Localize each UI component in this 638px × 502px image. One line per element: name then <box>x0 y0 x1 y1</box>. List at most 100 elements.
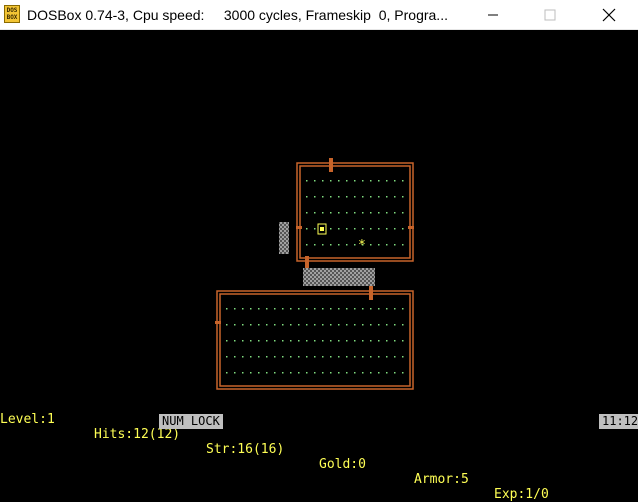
dungeon-map: * <box>215 158 414 390</box>
numlock-indicator: NUM LOCK <box>159 414 223 429</box>
floor-dot <box>362 356 364 358</box>
floor-dot <box>234 308 236 310</box>
floor-dot <box>266 308 268 310</box>
floor-dot <box>362 324 364 326</box>
floor-dot <box>386 212 388 214</box>
floor-dot <box>378 196 380 198</box>
floor-dot <box>354 212 356 214</box>
floor-dot <box>330 180 332 182</box>
floor-dot <box>242 372 244 374</box>
floor-dot <box>346 212 348 214</box>
floor-dot <box>314 244 316 246</box>
floor-dot <box>370 356 372 358</box>
floor-dot <box>314 324 316 326</box>
minimize-button[interactable] <box>470 0 516 30</box>
floor-dot <box>242 324 244 326</box>
floor-dot <box>250 372 252 374</box>
floor-dot <box>378 228 380 230</box>
floor-dot <box>258 324 260 326</box>
floor-dot <box>266 372 268 374</box>
floor-dot <box>338 324 340 326</box>
floor-dot <box>378 372 380 374</box>
floor-dot <box>330 244 332 246</box>
status-str: Str:16(16) <box>206 442 285 457</box>
floor-dot <box>354 372 356 374</box>
floor-dot <box>322 372 324 374</box>
floor-dot <box>362 212 364 214</box>
floor-dot <box>346 356 348 358</box>
floor-dot <box>274 308 276 310</box>
floor-dot <box>370 228 372 230</box>
status-exp: Exp:1/0 <box>494 487 549 502</box>
floor-dot <box>402 244 404 246</box>
floor-dot <box>346 180 348 182</box>
floor-dot <box>306 196 308 198</box>
floor-dot <box>306 340 308 342</box>
floor-dot <box>338 212 340 214</box>
floor-dot <box>402 372 404 374</box>
floor-dot <box>322 324 324 326</box>
floor-dot <box>394 244 396 246</box>
clock: 11:12 <box>599 414 638 429</box>
floor-dot <box>322 340 324 342</box>
floor-dot <box>338 228 340 230</box>
floor-dot <box>338 372 340 374</box>
floor-dot <box>394 180 396 182</box>
floor-dot <box>266 356 268 358</box>
floor-dot <box>298 372 300 374</box>
player-icon <box>317 223 327 235</box>
floor-dot <box>282 356 284 358</box>
floor-dot <box>226 308 228 310</box>
floor-dot <box>322 212 324 214</box>
floor-dot <box>250 324 252 326</box>
floor-dot <box>322 196 324 198</box>
dos-screen[interactable]: * <box>0 30 638 429</box>
floor-dot <box>386 372 388 374</box>
door-left-lower <box>215 321 221 324</box>
floor-dot <box>330 372 332 374</box>
floor-dot <box>402 180 404 182</box>
floor-dot <box>370 324 372 326</box>
floor-dot <box>386 228 388 230</box>
floor-dot <box>330 356 332 358</box>
floor-dot <box>266 340 268 342</box>
floor-dot <box>290 372 292 374</box>
floor-dot <box>386 324 388 326</box>
minimize-icon <box>488 14 498 16</box>
floor-dot <box>378 324 380 326</box>
floor-dot <box>354 228 356 230</box>
floor-dot <box>386 340 388 342</box>
maximize-button[interactable] <box>527 0 573 30</box>
floor-dot <box>394 340 396 342</box>
floor-dot <box>322 244 324 246</box>
floor-dot <box>282 340 284 342</box>
item-icon: * <box>358 238 366 253</box>
floor-dot <box>314 356 316 358</box>
floor-dot <box>362 180 364 182</box>
floor-dot <box>378 244 380 246</box>
floor-dot <box>362 228 364 230</box>
floor-dot <box>282 372 284 374</box>
floor-dot <box>346 308 348 310</box>
floor-dot <box>330 212 332 214</box>
floor-dot <box>242 356 244 358</box>
floor-dot <box>402 196 404 198</box>
floor-dot <box>250 308 252 310</box>
floor-dot <box>362 340 364 342</box>
title-bar: DOS BOX DOSBox 0.74-3, Cpu speed: 3000 c… <box>0 0 638 30</box>
close-button[interactable] <box>586 0 632 30</box>
floor-dot <box>290 340 292 342</box>
floor-dot <box>258 340 260 342</box>
floor-dot <box>386 244 388 246</box>
floor-dot <box>234 340 236 342</box>
floor-dot <box>290 308 292 310</box>
floor-dot <box>330 196 332 198</box>
floor-dot <box>314 212 316 214</box>
floor-dot <box>306 308 308 310</box>
floor-dot <box>402 308 404 310</box>
floor-dot <box>394 356 396 358</box>
floor-dot <box>282 324 284 326</box>
door-right-upper <box>408 226 414 229</box>
floor-dot <box>258 372 260 374</box>
floor-dot <box>354 356 356 358</box>
